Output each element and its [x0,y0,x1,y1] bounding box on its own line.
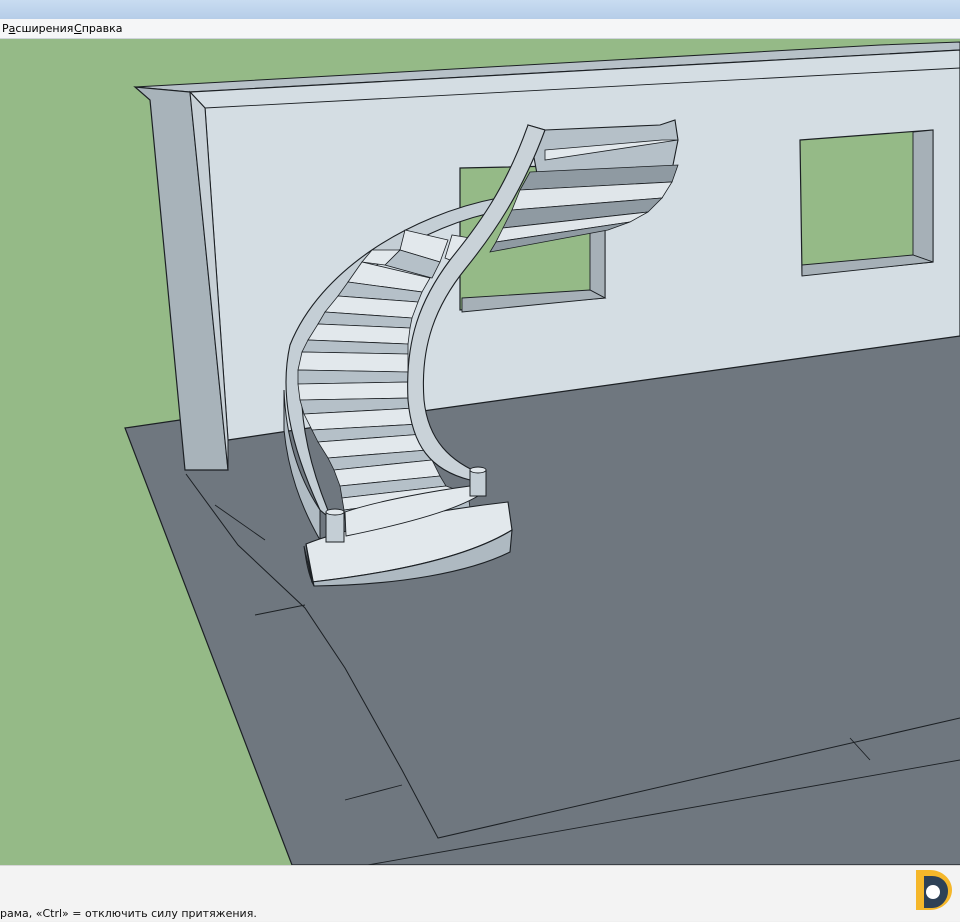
menu-extensions-label-post: сширения [15,22,74,35]
3d-viewport[interactable] [0,39,960,865]
window-title-bar [0,0,960,20]
scene-svg [0,39,960,865]
newel-post-right [469,466,487,497]
brand-logo-icon [902,862,958,918]
status-hint-text: рама, «Ctrl» = отключить силу притяжения… [0,907,257,920]
menu-bar: Расширения Справка [0,19,960,39]
window-reveal-2 [912,129,934,263]
status-bar: рама, «Ctrl» = отключить силу притяжения… [0,865,960,921]
menu-extensions-label-pre: Р [2,22,9,35]
newel-post-left [325,508,345,543]
menu-help-label-post: правка [81,22,123,35]
menu-extensions[interactable]: Расширения [0,21,75,36]
menu-help-accelerator: С [74,22,82,35]
menu-help[interactable]: Справка [72,21,124,36]
